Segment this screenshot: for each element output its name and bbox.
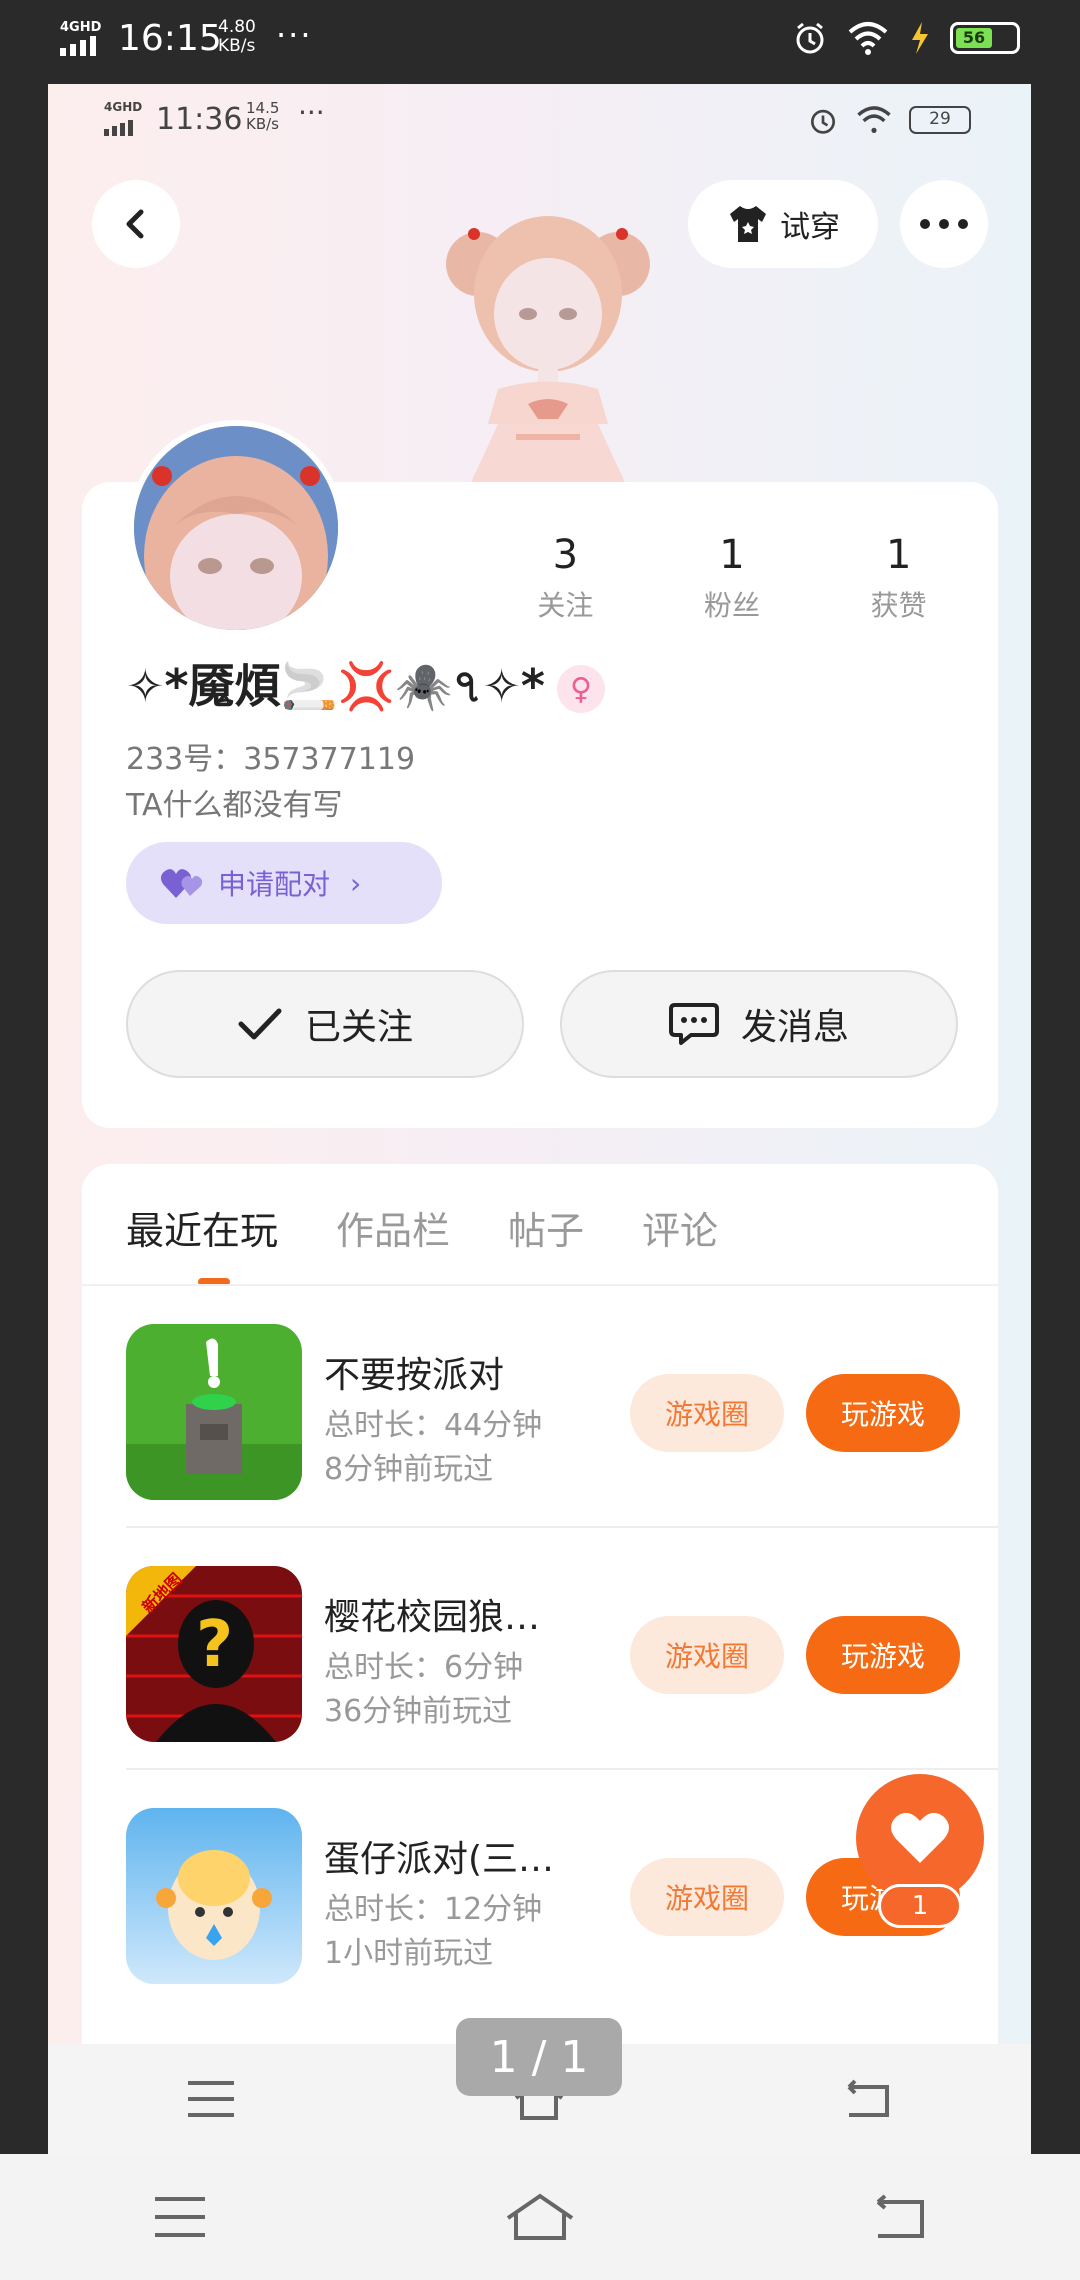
system-menu-button[interactable] (140, 2187, 220, 2247)
like-button[interactable] (856, 1774, 984, 1902)
page-indicator: 1 / 1 (456, 2018, 622, 2096)
avatar[interactable] (128, 420, 344, 636)
try-on-label: 试穿 (780, 210, 840, 245)
home-icon (506, 2193, 574, 2240)
back-button[interactable] (92, 180, 180, 268)
more-button[interactable] (900, 180, 988, 268)
pair-request-button[interactable]: 申请配对 › (126, 842, 442, 924)
inner-network-type: 4GHD (104, 100, 143, 114)
game-row[interactable]: 不要按派对 总时长：44分钟 8分钟前玩过 游戏圈 玩游戏 (126, 1286, 998, 1528)
network-speed: 4.80 KB/s (218, 17, 256, 56)
tab-bar: 最近在玩 作品栏 帖子 评论 (126, 1200, 718, 1255)
game-duration: 总时长：6分钟 (324, 1650, 524, 1685)
inner-status-right: 29 (807, 104, 971, 136)
stat-fans-label: 粉丝 (704, 589, 761, 622)
play-game-button[interactable]: 玩游戏 (806, 1616, 960, 1694)
nickname: ✧*魇煩🚬💢🕷️৭✧* (126, 659, 545, 713)
heart-icon (891, 1812, 949, 1863)
try-on-button[interactable]: 试穿 (688, 180, 878, 268)
game-last-played: 36分钟前玩过 (324, 1694, 513, 1729)
game-circle-button[interactable]: 游戏圈 (630, 1374, 784, 1452)
pair-request-label: 申请配对 (218, 868, 331, 901)
system-back-button[interactable] (860, 2187, 940, 2247)
send-message-label: 发消息 (740, 1007, 849, 1048)
system-nav-bar (0, 2154, 1080, 2280)
stat-likes[interactable]: 1 获赞 (815, 532, 982, 624)
alarm-icon (796, 22, 824, 54)
inner-alarm-icon (811, 109, 835, 134)
game-icon-image (126, 1808, 302, 1984)
stat-following-label: 关注 (537, 589, 594, 622)
game-circle-button[interactable]: 游戏圈 (630, 1616, 784, 1694)
stat-following-count: 3 (552, 532, 579, 578)
tab-posts[interactable]: 帖子 (508, 1200, 584, 1255)
stat-fans-count: 1 (719, 532, 745, 578)
more-status-icon: ··· (276, 16, 313, 54)
wifi-icon (848, 22, 888, 55)
avatar-image (134, 426, 338, 630)
game-icon-image (126, 1324, 302, 1500)
inner-battery-icon: 29 (909, 106, 971, 134)
inner-more-status-icon: ··· (298, 96, 325, 129)
charging-icon (912, 22, 928, 54)
game-circle-button[interactable]: 游戏圈 (630, 1858, 784, 1936)
game-name: 樱花校园狼… (324, 1597, 541, 1638)
heart-pair-icon (160, 869, 203, 898)
like-count-badge: 1 (878, 1884, 962, 1928)
back-nav-icon[interactable] (843, 2079, 893, 2119)
game-duration: 总时长：44分钟 (324, 1408, 543, 1443)
more-dots-icon (920, 219, 968, 229)
status-right-group: 56 (792, 20, 1020, 56)
status-time: 16:15 (118, 18, 222, 59)
tshirt-icon (730, 206, 766, 242)
menu-icon (155, 2197, 205, 2237)
inner-wifi-icon (857, 106, 891, 133)
inner-signal-icon (104, 120, 133, 136)
stats-row: 3 关注 1 粉丝 1 获赞 (482, 532, 982, 624)
chat-bubble-icon (668, 1003, 719, 1045)
send-message-button[interactable]: 发消息 (560, 970, 958, 1078)
check-icon (238, 1008, 282, 1040)
game-last-played: 8分钟前玩过 (324, 1452, 494, 1487)
followed-button[interactable]: 已关注 (126, 970, 524, 1078)
followed-label: 已关注 (304, 1007, 413, 1048)
game-duration: 总时长：12分钟 (324, 1892, 543, 1927)
battery-icon: 56 (950, 22, 1020, 54)
user-id: 233号：357377119 (126, 742, 416, 777)
tab-recently-played[interactable]: 最近在玩 (126, 1200, 278, 1255)
menu-icon[interactable] (186, 2079, 236, 2119)
tab-works[interactable]: 作品栏 (336, 1200, 450, 1255)
signal-icon (60, 36, 96, 56)
gender-female-icon: ♀ (556, 665, 605, 713)
network-type: 4GHD (60, 20, 102, 35)
svg-text:?: ? (196, 1608, 233, 1682)
app-screen: 4GHD 11:36 14.5 KB/s ··· 29 试穿 3 关注 1 粉丝… (48, 84, 1031, 2154)
outer-status-bar: 4GHD 16:15 4.80 KB/s ··· 56 (0, 0, 1080, 84)
game-row[interactable]: ? 新地图 樱花校园狼… 总时长：6分钟 36分钟前玩过 游戏圈 玩游戏 (126, 1528, 998, 1770)
system-home-button[interactable] (500, 2187, 580, 2247)
inner-status-bar: 4GHD 11:36 14.5 KB/s ··· 29 (48, 84, 1031, 154)
nickname-row: ✧*魇煩🚬💢🕷️৭✧* ♀ (126, 650, 605, 728)
stat-likes-label: 获赞 (870, 589, 927, 622)
tab-comments[interactable]: 评论 (642, 1200, 718, 1255)
stat-following[interactable]: 3 关注 (482, 532, 649, 624)
inner-network-speed: 14.5 KB/s (246, 99, 280, 133)
bio: TA什么都没有写 (126, 788, 343, 823)
stat-likes-count: 1 (885, 532, 912, 578)
content-panel: 最近在玩 作品栏 帖子 评论 不要按派对 总时长：44分钟 8分钟前玩过 游戏圈… (82, 1164, 998, 2124)
chevron-right-icon: › (350, 866, 362, 900)
stat-fans[interactable]: 1 粉丝 (649, 532, 816, 624)
play-game-button[interactable]: 玩游戏 (806, 1374, 960, 1452)
inner-status-time: 11:36 (156, 102, 243, 137)
back-nav-icon (876, 2194, 924, 2238)
game-name: 不要按派对 (324, 1355, 505, 1396)
game-last-played: 1小时前玩过 (324, 1936, 494, 1971)
game-icon-image: ? 新地图 (126, 1566, 302, 1742)
chevron-left-icon (126, 209, 144, 239)
game-name: 蛋仔派对(三… (324, 1839, 555, 1880)
